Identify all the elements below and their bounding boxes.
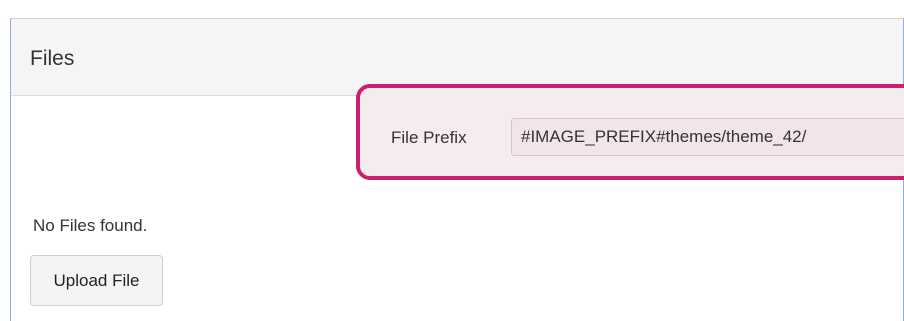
top-strip (0, 0, 904, 18)
file-prefix-label: File Prefix (391, 128, 467, 147)
upload-file-button[interactable]: Upload File (30, 255, 163, 306)
panel-title: Files (30, 47, 75, 70)
no-files-message: No Files found. (33, 216, 148, 235)
files-page: Files File Prefix No Files found. Upload… (0, 0, 904, 321)
file-prefix-field[interactable] (511, 118, 904, 156)
file-prefix-highlight: File Prefix (356, 84, 904, 180)
